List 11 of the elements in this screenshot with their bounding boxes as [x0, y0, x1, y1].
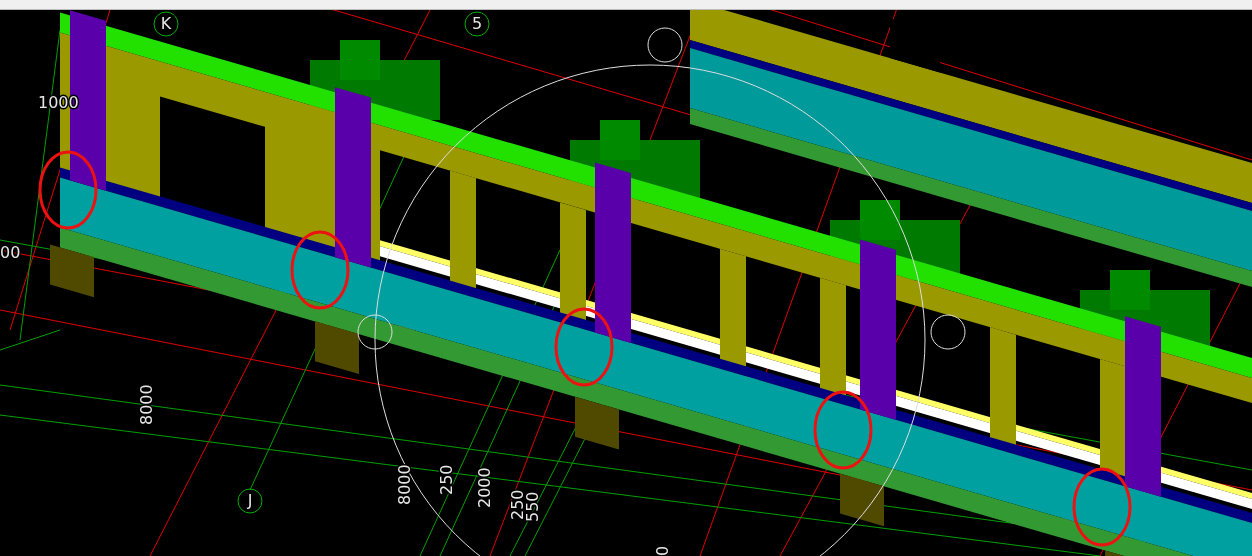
dimension-label: 2000 [475, 467, 494, 508]
grip-circle[interactable] [357, 314, 393, 350]
grip-circle[interactable] [930, 314, 966, 350]
axis-bubble: J [237, 488, 263, 514]
axis-bubble: 5 [464, 11, 490, 37]
dimension-label: 0 [653, 545, 672, 556]
axis-bubble: K [153, 11, 179, 37]
grip-circle[interactable] [647, 27, 683, 63]
dimension-label: 8000 [395, 464, 414, 505]
dimension-label: 250 [437, 464, 456, 495]
dimension-label: 8000 [137, 384, 156, 425]
